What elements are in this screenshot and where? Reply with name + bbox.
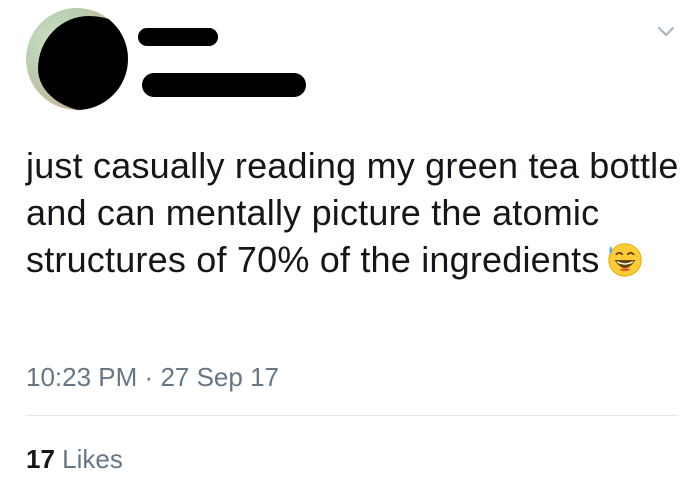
avatar[interactable] [26, 8, 128, 110]
tweet-time: 10:23 PM [26, 362, 138, 392]
grinning-face-with-sweat-emoji [607, 243, 642, 277]
likes-stat[interactable]: 17 Likes [26, 444, 123, 475]
avatar-redaction [38, 16, 128, 110]
meta-separator: · [144, 362, 154, 392]
username-redacted[interactable] [142, 73, 306, 97]
display-name-redacted[interactable] [138, 28, 218, 46]
tweet-text-content: just casually reading my green tea bottl… [26, 145, 679, 280]
divider [26, 415, 678, 416]
chevron-down-icon[interactable] [654, 20, 678, 44]
likes-count: 17 [26, 444, 55, 474]
tweet-timestamp[interactable]: 10:23 PM · 27 Sep 17 [26, 362, 279, 393]
likes-label: Likes [62, 444, 123, 474]
tweet-text: just casually reading my green tea bottl… [26, 142, 686, 283]
tweet-date: 27 Sep 17 [160, 362, 279, 392]
tweet-card: just casually reading my green tea bottl… [0, 0, 700, 491]
